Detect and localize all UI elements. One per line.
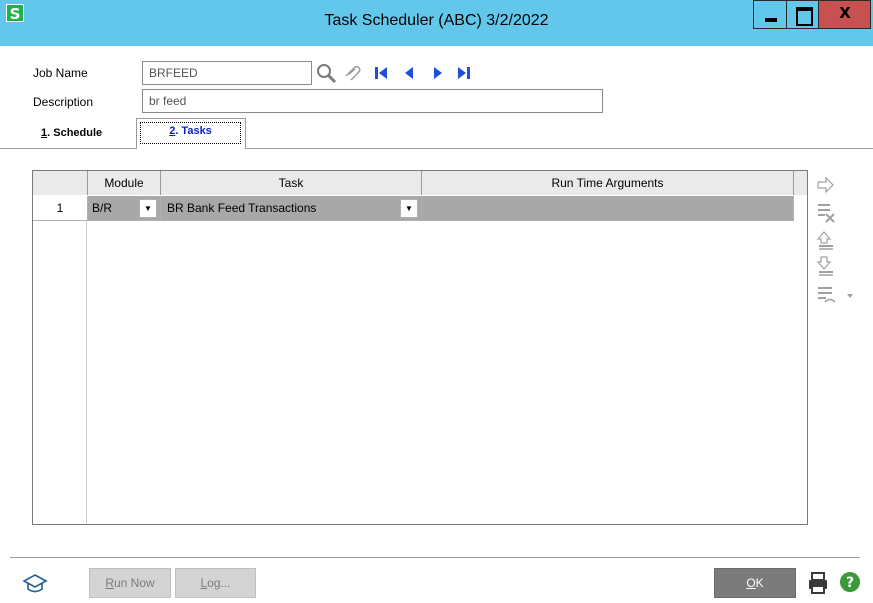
first-record-icon[interactable] (374, 66, 390, 80)
lookup-icon[interactable] (314, 61, 340, 85)
log-button[interactable]: Log... (175, 568, 256, 598)
job-name-field[interactable]: BRFEED (142, 61, 312, 85)
description-label: Description (33, 95, 94, 109)
tab-tasks[interactable]: 2. Tasks (136, 118, 246, 149)
title-bar: S Task Scheduler (ABC) 3/2/2022 X (0, 0, 873, 46)
last-record-icon[interactable] (456, 66, 472, 80)
module-value: B/R (92, 201, 113, 215)
run-now-button[interactable]: Run Now (89, 568, 171, 598)
module-dropdown-icon[interactable]: ▼ (139, 199, 157, 218)
description-field[interactable]: br feed (142, 89, 603, 113)
module-cell[interactable]: B/R ▼ (88, 196, 161, 221)
help-icon[interactable]: ? (838, 570, 862, 594)
task-dropdown-icon[interactable]: ▼ (400, 199, 418, 218)
run-now-label: un Now (113, 576, 155, 590)
job-name-label: Job Name (33, 66, 88, 80)
setup-cap-icon[interactable] (22, 573, 48, 595)
previous-record-icon[interactable] (403, 66, 415, 80)
row-number: 1 (33, 196, 88, 221)
window-title: Task Scheduler (ABC) 3/2/2022 (324, 12, 549, 29)
column-header-module[interactable]: Module (88, 171, 161, 195)
move-up-icon[interactable] (816, 229, 836, 251)
task-value: BR Bank Feed Transactions (167, 201, 317, 215)
tab-schedule[interactable]: 1. Schedule (41, 127, 102, 139)
next-record-icon[interactable] (432, 66, 444, 80)
arguments-cell[interactable] (422, 196, 794, 221)
column-header-task[interactable]: Task (161, 171, 422, 195)
task-cell[interactable]: BR Bank Feed Transactions ▼ (161, 196, 422, 221)
tab-tasks-label: . Tasks (175, 125, 212, 137)
ok-button[interactable]: OK (714, 568, 796, 598)
tab-divider (0, 148, 873, 149)
insert-row-icon[interactable] (816, 176, 836, 194)
move-down-icon[interactable] (816, 255, 836, 277)
ok-hotkey: O (746, 576, 756, 590)
bottom-divider (10, 557, 860, 558)
maximize-button[interactable] (787, 0, 819, 29)
tasks-grid[interactable]: Module Task Run Time Arguments 1 B/R ▼ B… (32, 170, 808, 525)
link-icon[interactable] (342, 62, 364, 84)
grid-header: Module Task Run Time Arguments (33, 171, 807, 195)
options-icon[interactable] (816, 284, 858, 308)
row-number-header (33, 171, 88, 195)
ok-label: K (755, 576, 764, 590)
row-number-column (33, 196, 87, 524)
delete-row-icon[interactable] (816, 202, 836, 224)
close-button[interactable]: X (819, 0, 871, 29)
printer-icon[interactable] (807, 571, 829, 595)
tab-schedule-label: . Schedule (47, 127, 103, 139)
log-label: og... (207, 576, 231, 590)
run-now-hotkey: R (105, 576, 114, 590)
close-label: X (839, 4, 851, 22)
table-row[interactable]: 1 B/R ▼ BR Bank Feed Transactions ▼ (33, 196, 807, 221)
svg-text:?: ? (846, 575, 854, 591)
minimize-button[interactable] (753, 0, 787, 29)
column-header-arguments[interactable]: Run Time Arguments (422, 171, 794, 195)
header-spacer (794, 171, 807, 195)
tab-tasks-focus: 2. Tasks (140, 122, 241, 144)
